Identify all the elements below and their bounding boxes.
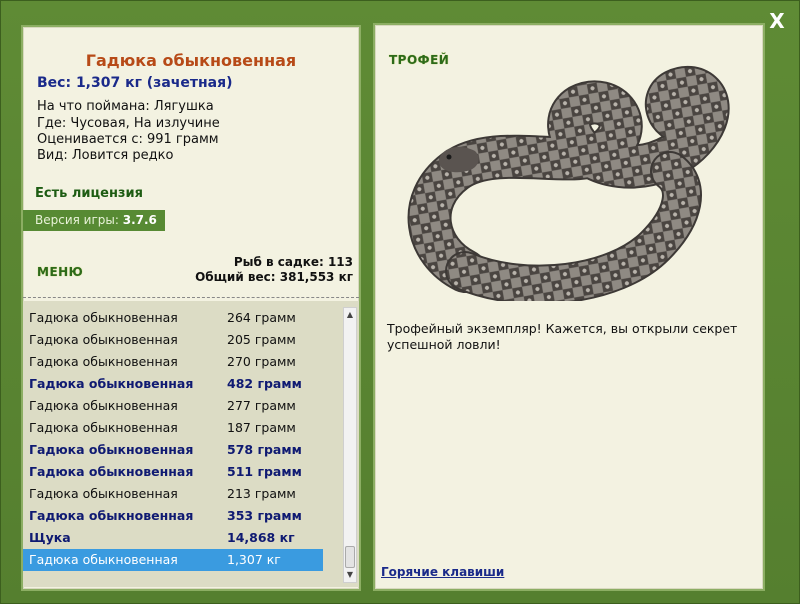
catch-fish-weight: 511 грамм	[227, 464, 302, 479]
fish-title: Гадюка обыкновенная	[85, 51, 297, 70]
catch-list: Гадюка обыкновенная 264 грамм Гадюка обыкн…	[23, 307, 323, 571]
fish-rarity: Вид: Ловится редко	[37, 148, 174, 163]
close-button[interactable]: X	[765, 9, 789, 33]
catch-list-row[interactable]: Гадюка обыкновенная 264 грамм	[23, 307, 323, 329]
fish-count: Рыб в садке: 113	[233, 255, 353, 269]
catch-fish-weight: 205 грамм	[227, 332, 296, 347]
catch-fish-weight: 270 грамм	[227, 354, 296, 369]
catch-fish-name: Гадюка обыкновенная	[29, 398, 178, 413]
divider	[23, 297, 359, 298]
catch-list-row[interactable]: Гадюка обыкновенная 270 грамм	[23, 351, 323, 373]
catch-list-row[interactable]: Гадюка обыкновенная 482 грамм	[23, 373, 323, 395]
total-weight: Общий вес: 381,553 кг	[195, 270, 353, 284]
catch-fish-weight: 187 грамм	[227, 420, 296, 435]
catch-fish-weight: 1,307 кг	[227, 552, 281, 567]
keepnet-stats: Рыб в садке: 113 Общий вес: 381,553 кг	[195, 255, 353, 285]
catch-list-row[interactable]: Гадюка обыкновенная 213 грамм	[23, 483, 323, 505]
version-bar: Версия игры: 3.7.6	[23, 210, 165, 231]
scroll-down-arrow-icon[interactable]: ▼	[344, 568, 356, 582]
catch-list-row[interactable]: Гадюка обыкновенная 1,307 кг	[23, 549, 323, 571]
catch-list-box: Гадюка обыкновенная 264 грамм Гадюка обыкн…	[23, 301, 359, 587]
hotkeys-link[interactable]: Горячие клавиши	[381, 565, 504, 579]
catch-list-row[interactable]: Гадюка обыкновенная 187 грамм	[23, 417, 323, 439]
catch-list-row[interactable]: Гадюка обыкновенная 511 грамм	[23, 461, 323, 483]
version-label: Версия игры:	[35, 213, 119, 227]
fish-bait: На что поймана: Лягушка	[37, 99, 214, 114]
catch-fish-name: Гадюка обыкновенная	[29, 508, 194, 523]
fish-valued-from: Оценивается с: 991 грамм	[37, 132, 219, 147]
catch-fish-name: Гадюка обыкновенная	[29, 486, 178, 501]
menu-button[interactable]: МЕНЮ	[37, 265, 83, 279]
catch-fish-name: Щука	[29, 530, 71, 545]
catch-list-row[interactable]: Гадюка обыкновенная 205 грамм	[23, 329, 323, 351]
fish-info-panel: Гадюка обыкновенная Вес: 1,307 кг (зачет…	[21, 25, 361, 591]
catch-fish-name: Гадюка обыкновенная	[29, 376, 194, 391]
catch-fish-name: Гадюка обыкновенная	[29, 420, 178, 435]
catch-fish-name: Гадюка обыкновенная	[29, 332, 178, 347]
catch-fish-name: Гадюка обыкновенная	[29, 442, 194, 457]
catch-fish-weight: 277 грамм	[227, 398, 296, 413]
catch-list-row[interactable]: Щука 14,868 кг	[23, 527, 323, 549]
catch-fish-name: Гадюка обыкновенная	[29, 552, 178, 567]
scroll-up-arrow-icon[interactable]: ▲	[344, 308, 356, 322]
catch-fish-name: Гадюка обыкновенная	[29, 354, 178, 369]
fish-weight: Вес: 1,307 кг (зачетная)	[37, 75, 233, 91]
catch-list-row[interactable]: Гадюка обыкновенная 578 грамм	[23, 439, 323, 461]
trophy-panel: ТРОФЕЙ Трофейный экземпляр! Кажется, вы …	[373, 23, 765, 591]
catch-list-row[interactable]: Гадюка обыкновенная 277 грамм	[23, 395, 323, 417]
version-value: 3.7.6	[122, 213, 157, 227]
catch-fish-name: Гадюка обыкновенная	[29, 464, 194, 479]
scroll-thumb[interactable]	[345, 546, 355, 568]
catch-fish-weight: 14,868 кг	[227, 530, 295, 545]
fish-location: Где: Чусовая, На излучине	[37, 116, 220, 131]
catch-fish-weight: 482 грамм	[227, 376, 302, 391]
license-status: Есть лицензия	[35, 186, 143, 201]
scrollbar[interactable]: ▲ ▼	[343, 307, 357, 583]
dialog-window: X Гадюка обыкновенная Вес: 1,307 кг (зач…	[0, 0, 800, 604]
catch-fish-weight: 578 грамм	[227, 442, 302, 457]
catch-list-row[interactable]: Гадюка обыкновенная 353 грамм	[23, 505, 323, 527]
trophy-message: Трофейный экземпляр! Кажется, вы открыли…	[387, 321, 738, 352]
catch-fish-weight: 353 грамм	[227, 508, 302, 523]
catch-fish-weight: 213 грамм	[227, 486, 296, 501]
catch-fish-name: Гадюка обыкновенная	[29, 310, 178, 325]
viper-snake-image	[407, 66, 730, 301]
catch-fish-weight: 264 грамм	[227, 310, 296, 325]
